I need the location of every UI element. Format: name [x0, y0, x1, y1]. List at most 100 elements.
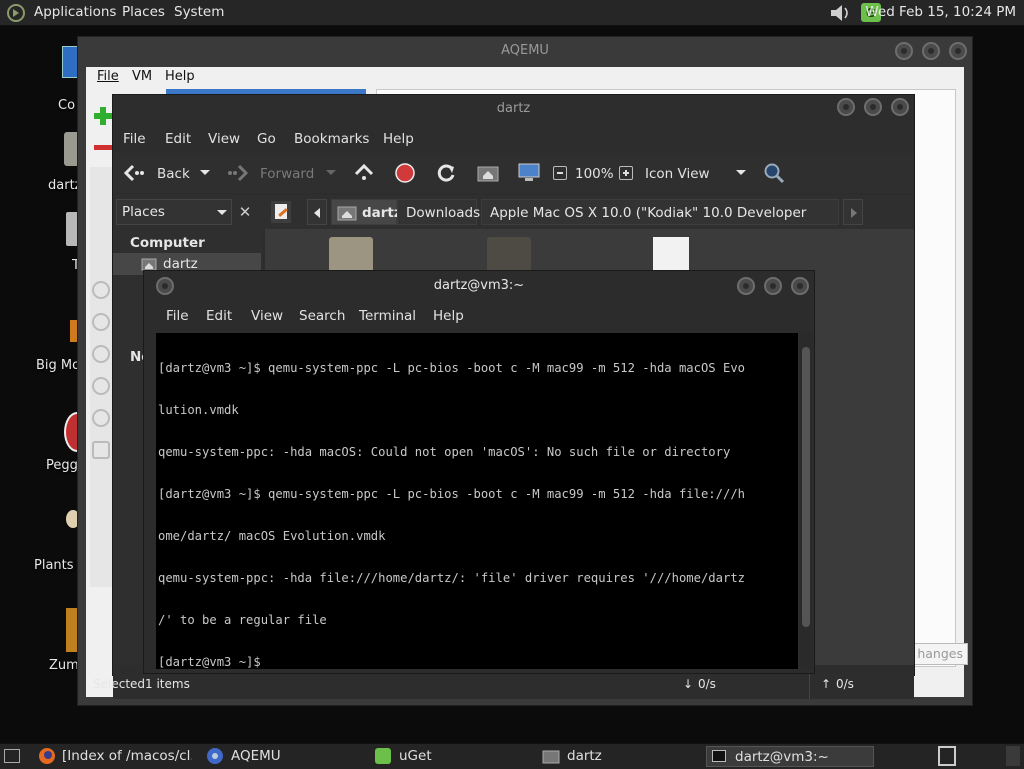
forward-arrow-icon[interactable]: [227, 163, 249, 183]
desktop-label-zuma[interactable]: Zum: [49, 658, 79, 673]
add-vm-icon[interactable]: [94, 107, 112, 125]
breadcrumb-downloads[interactable]: Downloads: [397, 199, 481, 225]
terminal-line: ome/dartz/ macOS Evolution.vmdk: [158, 529, 386, 543]
uget-task-icon: [375, 748, 391, 764]
breadcrumb-downloads-label: Downloads: [406, 205, 481, 221]
desktop-label-plants[interactable]: Plants: [34, 558, 74, 573]
bottom-panel: [Index of /macos/cl... AQEMU uGet dartz …: [0, 743, 1024, 769]
aqemu-maximize-button[interactable]: [922, 42, 940, 60]
task-firefox[interactable]: [Index of /macos/cl...: [62, 746, 192, 767]
aqemu-menu-help[interactable]: Help: [165, 69, 195, 84]
applications-menu[interactable]: Applications: [34, 4, 116, 20]
distro-logo-icon[interactable]: [6, 3, 26, 23]
fm-menu-help[interactable]: Help: [383, 131, 414, 147]
close-sidebar-icon[interactable]: ✕: [235, 201, 255, 223]
zoom-out-icon[interactable]: [553, 166, 567, 180]
terminal-line: [dartz@vm3 ~]$: [158, 655, 261, 669]
aqemu-title[interactable]: AQEMU: [78, 37, 972, 65]
terminal-minimize-button[interactable]: [737, 277, 755, 295]
save-icon[interactable]: [92, 441, 110, 459]
home-folder-breadcrumb-icon: [337, 206, 357, 221]
firefox-icon: [39, 748, 55, 764]
fm-menu-bookmarks[interactable]: Bookmarks: [294, 131, 369, 147]
terminal-window[interactable]: dartz@vm3:~ File Edit View Search Termin…: [143, 270, 815, 674]
view-mode-chevron-icon[interactable]: [735, 169, 747, 177]
fm-menu-view[interactable]: View: [208, 131, 240, 147]
terminal-scrollbar[interactable]: [800, 333, 812, 669]
home-folder-icon[interactable]: [477, 163, 499, 183]
computer-icon[interactable]: [517, 162, 541, 184]
back-history-chevron-icon[interactable]: [199, 169, 211, 177]
up-arrow-icon[interactable]: [353, 163, 375, 183]
forward-history-chevron-icon[interactable]: [325, 169, 337, 177]
task-dartz[interactable]: dartz: [567, 746, 602, 767]
back-arrow-icon[interactable]: [123, 163, 145, 183]
breadcrumb-kodiak[interactable]: Apple Mac OS X 10.0 ("Kodiak" 10.0 Devel…: [481, 199, 839, 247]
term-menu-file[interactable]: File: [166, 308, 189, 324]
forward-button[interactable]: Forward: [260, 166, 314, 182]
power-icon[interactable]: [92, 345, 110, 363]
aqemu-menu-vm[interactable]: VM: [132, 69, 152, 84]
remove-vm-icon[interactable]: [94, 145, 112, 150]
fm-menu-edit[interactable]: Edit: [165, 131, 191, 147]
aqemu-control-strip: [90, 275, 112, 475]
fm-menu-file[interactable]: File: [123, 131, 146, 147]
terminal-title[interactable]: dartz@vm3:~: [144, 271, 814, 301]
edit-location-icon[interactable]: [271, 201, 291, 223]
search-icon[interactable]: [763, 162, 785, 184]
view-mode-selector[interactable]: Icon View: [645, 166, 710, 182]
breadcrumb-left-arrow[interactable]: [307, 199, 327, 225]
terminal-close-button[interactable]: [791, 277, 809, 295]
term-menu-search[interactable]: Search: [299, 308, 345, 324]
file-manager-maximize-button[interactable]: [864, 98, 882, 116]
file-manager-close-button[interactable]: [891, 98, 909, 116]
terminal-menu-button[interactable]: [156, 277, 174, 295]
zoom-in-icon[interactable]: [619, 166, 633, 180]
aqemu-close-button[interactable]: [949, 42, 967, 60]
task-terminal[interactable]: dartz@vm3:~: [706, 746, 874, 767]
apply-changes-button[interactable]: hanges: [906, 643, 968, 665]
trash-applet-icon[interactable]: [1006, 746, 1020, 766]
places-menu[interactable]: Places: [122, 4, 165, 20]
terminal-line: [dartz@vm3 ~]$ qemu-system-ppc -L pc-bio…: [158, 487, 745, 501]
term-menu-view[interactable]: View: [251, 308, 283, 324]
desktop-label-computer[interactable]: Co: [58, 98, 75, 113]
reset-icon[interactable]: [92, 409, 110, 427]
stop-icon[interactable]: [395, 163, 415, 183]
clock[interactable]: Wed Feb 15, 10:24 PM: [865, 4, 1016, 20]
top-panel: Applications Places System G Wed Feb 15,…: [0, 0, 1024, 26]
terminal-maximize-button[interactable]: [764, 277, 782, 295]
task-aqemu[interactable]: AQEMU: [231, 746, 281, 767]
sidebar-selector[interactable]: Places: [116, 199, 232, 225]
terminal-scrollbar-thumb[interactable]: [802, 347, 810, 627]
terminal-line: [dartz@vm3 ~]$ qemu-system-ppc -L pc-bio…: [158, 361, 745, 375]
desktop-label-peggle[interactable]: Pegg: [46, 458, 78, 473]
term-menu-help[interactable]: Help: [433, 308, 464, 324]
stop-icon[interactable]: [92, 377, 110, 395]
breadcrumb-right-arrow[interactable]: [843, 199, 863, 225]
terminal-line: qemu-system-ppc: -hda macOS: Could not o…: [158, 445, 731, 459]
aqemu-task-icon: [207, 748, 223, 764]
location-bar: Places ✕ dartz Downloads Apple Mac OS X …: [113, 195, 914, 247]
volume-icon[interactable]: [828, 2, 852, 24]
terminal-screen[interactable]: [dartz@vm3 ~]$ qemu-system-ppc -L pc-bio…: [156, 333, 798, 669]
system-menu[interactable]: System: [174, 4, 224, 20]
term-menu-terminal[interactable]: Terminal: [359, 308, 416, 324]
play-icon[interactable]: [92, 281, 110, 299]
show-desktop-icon[interactable]: [4, 749, 20, 763]
task-uget[interactable]: uGet: [399, 746, 432, 767]
fm-menu-go[interactable]: Go: [257, 131, 276, 147]
home-icon: [141, 258, 157, 271]
workspace-switcher-icon[interactable]: [938, 746, 956, 766]
desktop-label-bigmo[interactable]: Big Mo: [36, 358, 80, 373]
back-button[interactable]: Back: [157, 166, 190, 182]
reload-icon[interactable]: [435, 162, 457, 184]
file-manager-minimize-button[interactable]: [837, 98, 855, 116]
aqemu-minimize-button[interactable]: [895, 42, 913, 60]
pause-icon[interactable]: [92, 313, 110, 331]
term-menu-edit[interactable]: Edit: [206, 308, 232, 324]
terminal-output[interactable]: [dartz@vm3 ~]$ qemu-system-ppc -L pc-bio…: [158, 333, 798, 697]
aqemu-menu-file[interactable]: File: [97, 69, 119, 84]
breadcrumb-right-icon: [851, 208, 857, 218]
file-manager-title[interactable]: dartz: [113, 95, 914, 123]
